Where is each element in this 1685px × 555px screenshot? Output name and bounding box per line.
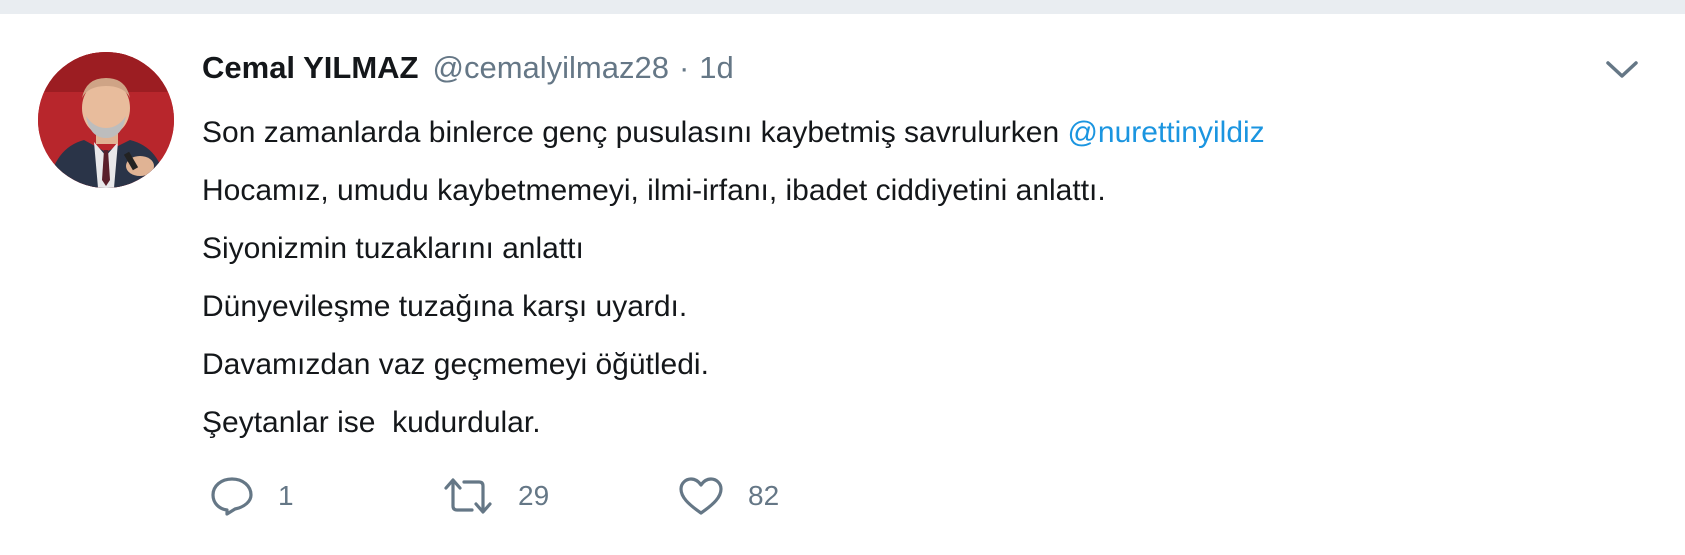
author-handle[interactable]: @cemalyilmaz28	[432, 50, 668, 86]
heart-icon	[678, 476, 724, 516]
tweet-line: Hocamız, umudu kaybetmemeyi, ilmi-irfanı…	[202, 174, 1106, 207]
chevron-down-icon[interactable]	[1605, 58, 1639, 82]
mention-link[interactable]: @nurettinyildiz	[1067, 116, 1264, 149]
tweet-line: Şeytanlar ise kudurdular.	[202, 406, 541, 439]
retweet-icon	[442, 476, 494, 516]
tweet-line: Siyonizmin tuzaklarını anlattı	[202, 232, 584, 265]
author-name[interactable]: Cemal YILMAZ	[202, 50, 418, 86]
tweet-card: Cemal YILMAZ @cemalyilmaz28 · 1d Son zam…	[0, 0, 1685, 555]
avatar[interactable]	[38, 52, 174, 188]
header-separator: ·	[678, 50, 690, 85]
reply-icon	[210, 476, 254, 516]
retweet-count: 29	[518, 480, 550, 511]
tweet-text: Son zamanlarda binlerce genç pusulasını …	[202, 104, 1642, 452]
tweet-line: Dünyevileşme tuzağına karşı uyardı.	[202, 290, 688, 323]
tweet-line: Davamızdan vaz geçmemeyi öğütledi.	[202, 348, 709, 381]
tweet-actions: 1 29 82	[210, 476, 779, 516]
like-button[interactable]: 82	[678, 476, 779, 516]
tweet-timestamp[interactable]: 1d	[699, 50, 733, 86]
tweet-header: Cemal YILMAZ @cemalyilmaz28 · 1d	[202, 50, 734, 94]
like-count: 82	[748, 480, 780, 511]
reply-button[interactable]: 1	[210, 476, 442, 516]
tweet-line-text: Son zamanlarda binlerce genç pusulasını …	[202, 116, 1068, 149]
reply-count: 1	[278, 480, 294, 511]
retweet-button[interactable]: 29	[442, 476, 678, 516]
tweet-line: Son zamanlarda binlerce genç pusulasını …	[202, 104, 1642, 162]
